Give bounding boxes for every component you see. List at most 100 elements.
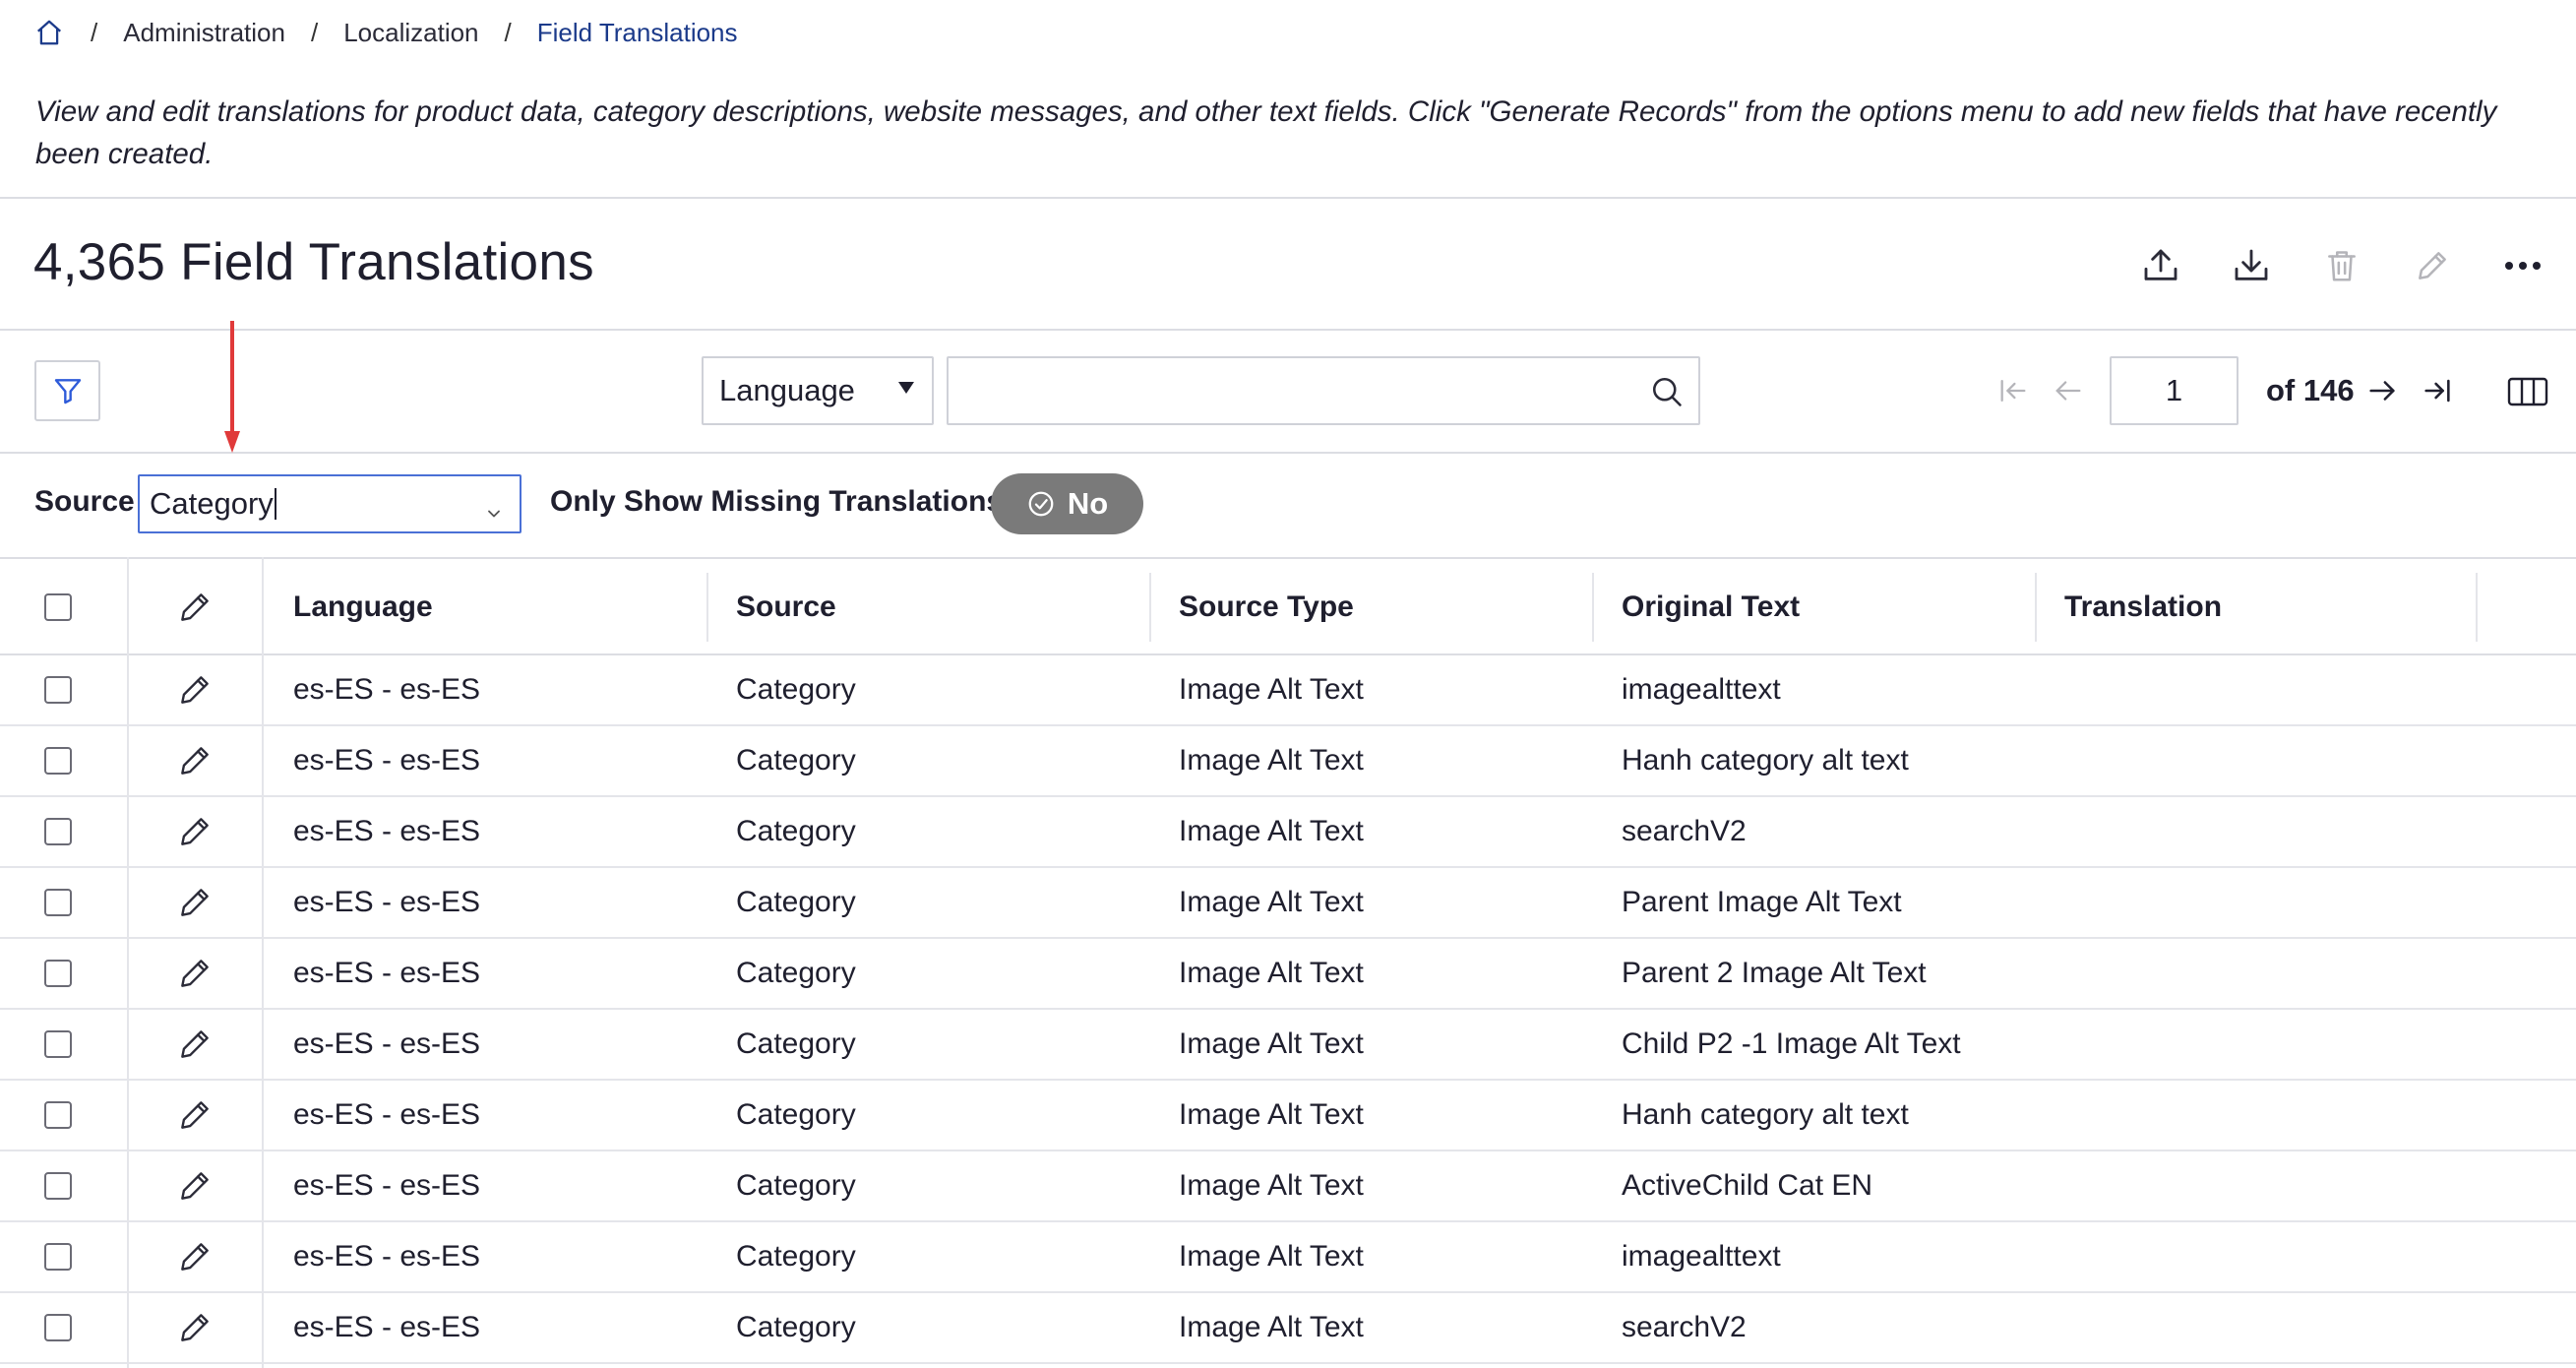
source-filter-input[interactable]: Category: [138, 474, 521, 533]
search-field-select[interactable]: Language: [702, 356, 934, 425]
filter-icon: [54, 379, 81, 404]
delete-button[interactable]: [2297, 241, 2387, 290]
table-row[interactable]: es-ES - es-ES Category Image Alt Text Paren…: [0, 868, 2576, 939]
last-page-button[interactable]: [2410, 366, 2465, 415]
row-edit-button[interactable]: [175, 741, 215, 780]
page-count-label: of 146: [2266, 373, 2355, 407]
arrow-left-icon: [2055, 381, 2081, 401]
row-edit-button[interactable]: [175, 1237, 215, 1276]
row-checkbox[interactable]: [44, 1101, 72, 1129]
row-edit-button[interactable]: [175, 1166, 215, 1206]
column-separator: [262, 557, 264, 1368]
row-checkbox[interactable]: [44, 1030, 72, 1058]
row-edit-button[interactable]: [175, 812, 215, 851]
arrow-right-icon: [2369, 381, 2395, 401]
trash-icon: [2328, 251, 2356, 281]
source-filter-value: Category: [150, 486, 274, 521]
pencil-icon: [181, 889, 209, 916]
cell-language: es-ES - es-ES: [293, 1240, 481, 1273]
last-page-icon: [2424, 379, 2450, 403]
cell-language: es-ES - es-ES: [293, 1311, 481, 1343]
cell-language: es-ES - es-ES: [293, 673, 481, 706]
breadcrumb-separator: /: [91, 17, 98, 47]
row-checkbox[interactable]: [44, 960, 72, 987]
download-button[interactable]: [2206, 241, 2297, 290]
breadcrumb-administration[interactable]: Administration: [123, 18, 285, 48]
search-icon[interactable]: [1649, 374, 1687, 411]
cell-source-type: Image Alt Text: [1179, 744, 1364, 777]
cell-original-text: ActiveChild Cat EN: [1622, 1169, 1873, 1202]
cell-source: Category: [736, 815, 856, 847]
row-checkbox[interactable]: [44, 1172, 72, 1200]
row-edit-button[interactable]: [175, 883, 215, 922]
row-checkbox[interactable]: [44, 818, 72, 845]
row-edit-button[interactable]: [175, 954, 215, 993]
table-row[interactable]: es-ES - es-ES Category Image Alt Text searc…: [0, 797, 2576, 868]
cell-source-type: Image Alt Text: [1179, 673, 1364, 706]
next-page-button[interactable]: [2355, 366, 2410, 415]
edit-all-button[interactable]: [175, 588, 215, 627]
row-checkbox[interactable]: [44, 1243, 72, 1271]
cell-language: es-ES - es-ES: [293, 1169, 481, 1202]
table-row[interactable]: es-ES - es-ES Category Image Alt Text Activ…: [0, 1151, 2576, 1222]
cell-source: Category: [736, 1098, 856, 1131]
text-cursor: [274, 488, 276, 520]
cell-source-type: Image Alt Text: [1179, 1240, 1364, 1273]
cell-source-type: Image Alt Text: [1179, 815, 1364, 847]
search-field-selected: Language: [719, 373, 855, 407]
row-checkbox[interactable]: [44, 1314, 72, 1341]
cell-original-text: imagealttext: [1622, 673, 1781, 706]
caret-down-icon: [898, 382, 914, 394]
pagination: 1 of 146: [1986, 356, 2465, 425]
filter-button[interactable]: [34, 360, 100, 421]
row-checkbox[interactable]: [44, 889, 72, 916]
row-edit-button[interactable]: [175, 670, 215, 710]
cell-source-type: Image Alt Text: [1179, 1098, 1364, 1131]
divider: [0, 329, 2576, 331]
pencil-icon: [2419, 252, 2446, 280]
pencil-icon: [181, 1030, 209, 1058]
cell-source: Category: [736, 1311, 856, 1343]
pencil-icon: [181, 1314, 209, 1341]
cell-language: es-ES - es-ES: [293, 744, 481, 777]
column-header-source[interactable]: Source: [736, 559, 836, 655]
upload-button[interactable]: [2116, 241, 2206, 290]
missing-translations-toggle[interactable]: No: [991, 473, 1143, 534]
translations-table: Language Source Source Type Original Tex…: [0, 557, 2576, 1364]
column-divider: [1592, 573, 1594, 642]
column-divider: [706, 573, 708, 642]
breadcrumb-localization[interactable]: Localization: [343, 18, 478, 48]
row-edit-button[interactable]: [175, 1308, 215, 1347]
column-header-translation[interactable]: Translation: [2064, 559, 2222, 655]
more-options-button[interactable]: [2478, 241, 2568, 290]
column-divider: [2035, 573, 2037, 642]
column-header-source-type[interactable]: Source Type: [1179, 559, 1354, 655]
cell-source: Category: [736, 1027, 856, 1060]
table-row[interactable]: es-ES - es-ES Category Image Alt Text searc…: [0, 1293, 2576, 1364]
search-input[interactable]: [960, 368, 1629, 413]
first-page-button[interactable]: [1986, 366, 2041, 415]
select-all-checkbox[interactable]: [44, 593, 72, 621]
home-icon[interactable]: [33, 17, 65, 48]
cell-source-type: Image Alt Text: [1179, 1027, 1364, 1060]
table-row[interactable]: es-ES - es-ES Category Image Alt Text Hanh …: [0, 726, 2576, 797]
table-row[interactable]: es-ES - es-ES Category Image Alt Text Child…: [0, 1010, 2576, 1081]
row-checkbox[interactable]: [44, 676, 72, 704]
previous-page-button[interactable]: [2041, 366, 2096, 415]
page-number-input[interactable]: 1: [2110, 356, 2239, 425]
table-row[interactable]: es-ES - es-ES Category Image Alt Text image…: [0, 1222, 2576, 1293]
column-header-language[interactable]: Language: [293, 559, 433, 655]
column-header-original-text[interactable]: Original Text: [1622, 559, 1800, 655]
row-edit-button[interactable]: [175, 1025, 215, 1064]
edit-button[interactable]: [2387, 241, 2478, 290]
row-edit-button[interactable]: [175, 1095, 215, 1135]
columns-button[interactable]: [2505, 372, 2550, 411]
cell-original-text: Hanh category alt text: [1622, 1098, 1909, 1131]
table-row[interactable]: es-ES - es-ES Category Image Alt Text Paren…: [0, 939, 2576, 1010]
more-icon: [2505, 262, 2541, 270]
chevron-down-icon[interactable]: [484, 496, 504, 531]
table-row[interactable]: es-ES - es-ES Category Image Alt Text Hanh …: [0, 1081, 2576, 1151]
table-row[interactable]: es-ES - es-ES Category Image Alt Text image…: [0, 655, 2576, 726]
cell-original-text: Parent Image Alt Text: [1622, 886, 1902, 918]
row-checkbox[interactable]: [44, 747, 72, 775]
